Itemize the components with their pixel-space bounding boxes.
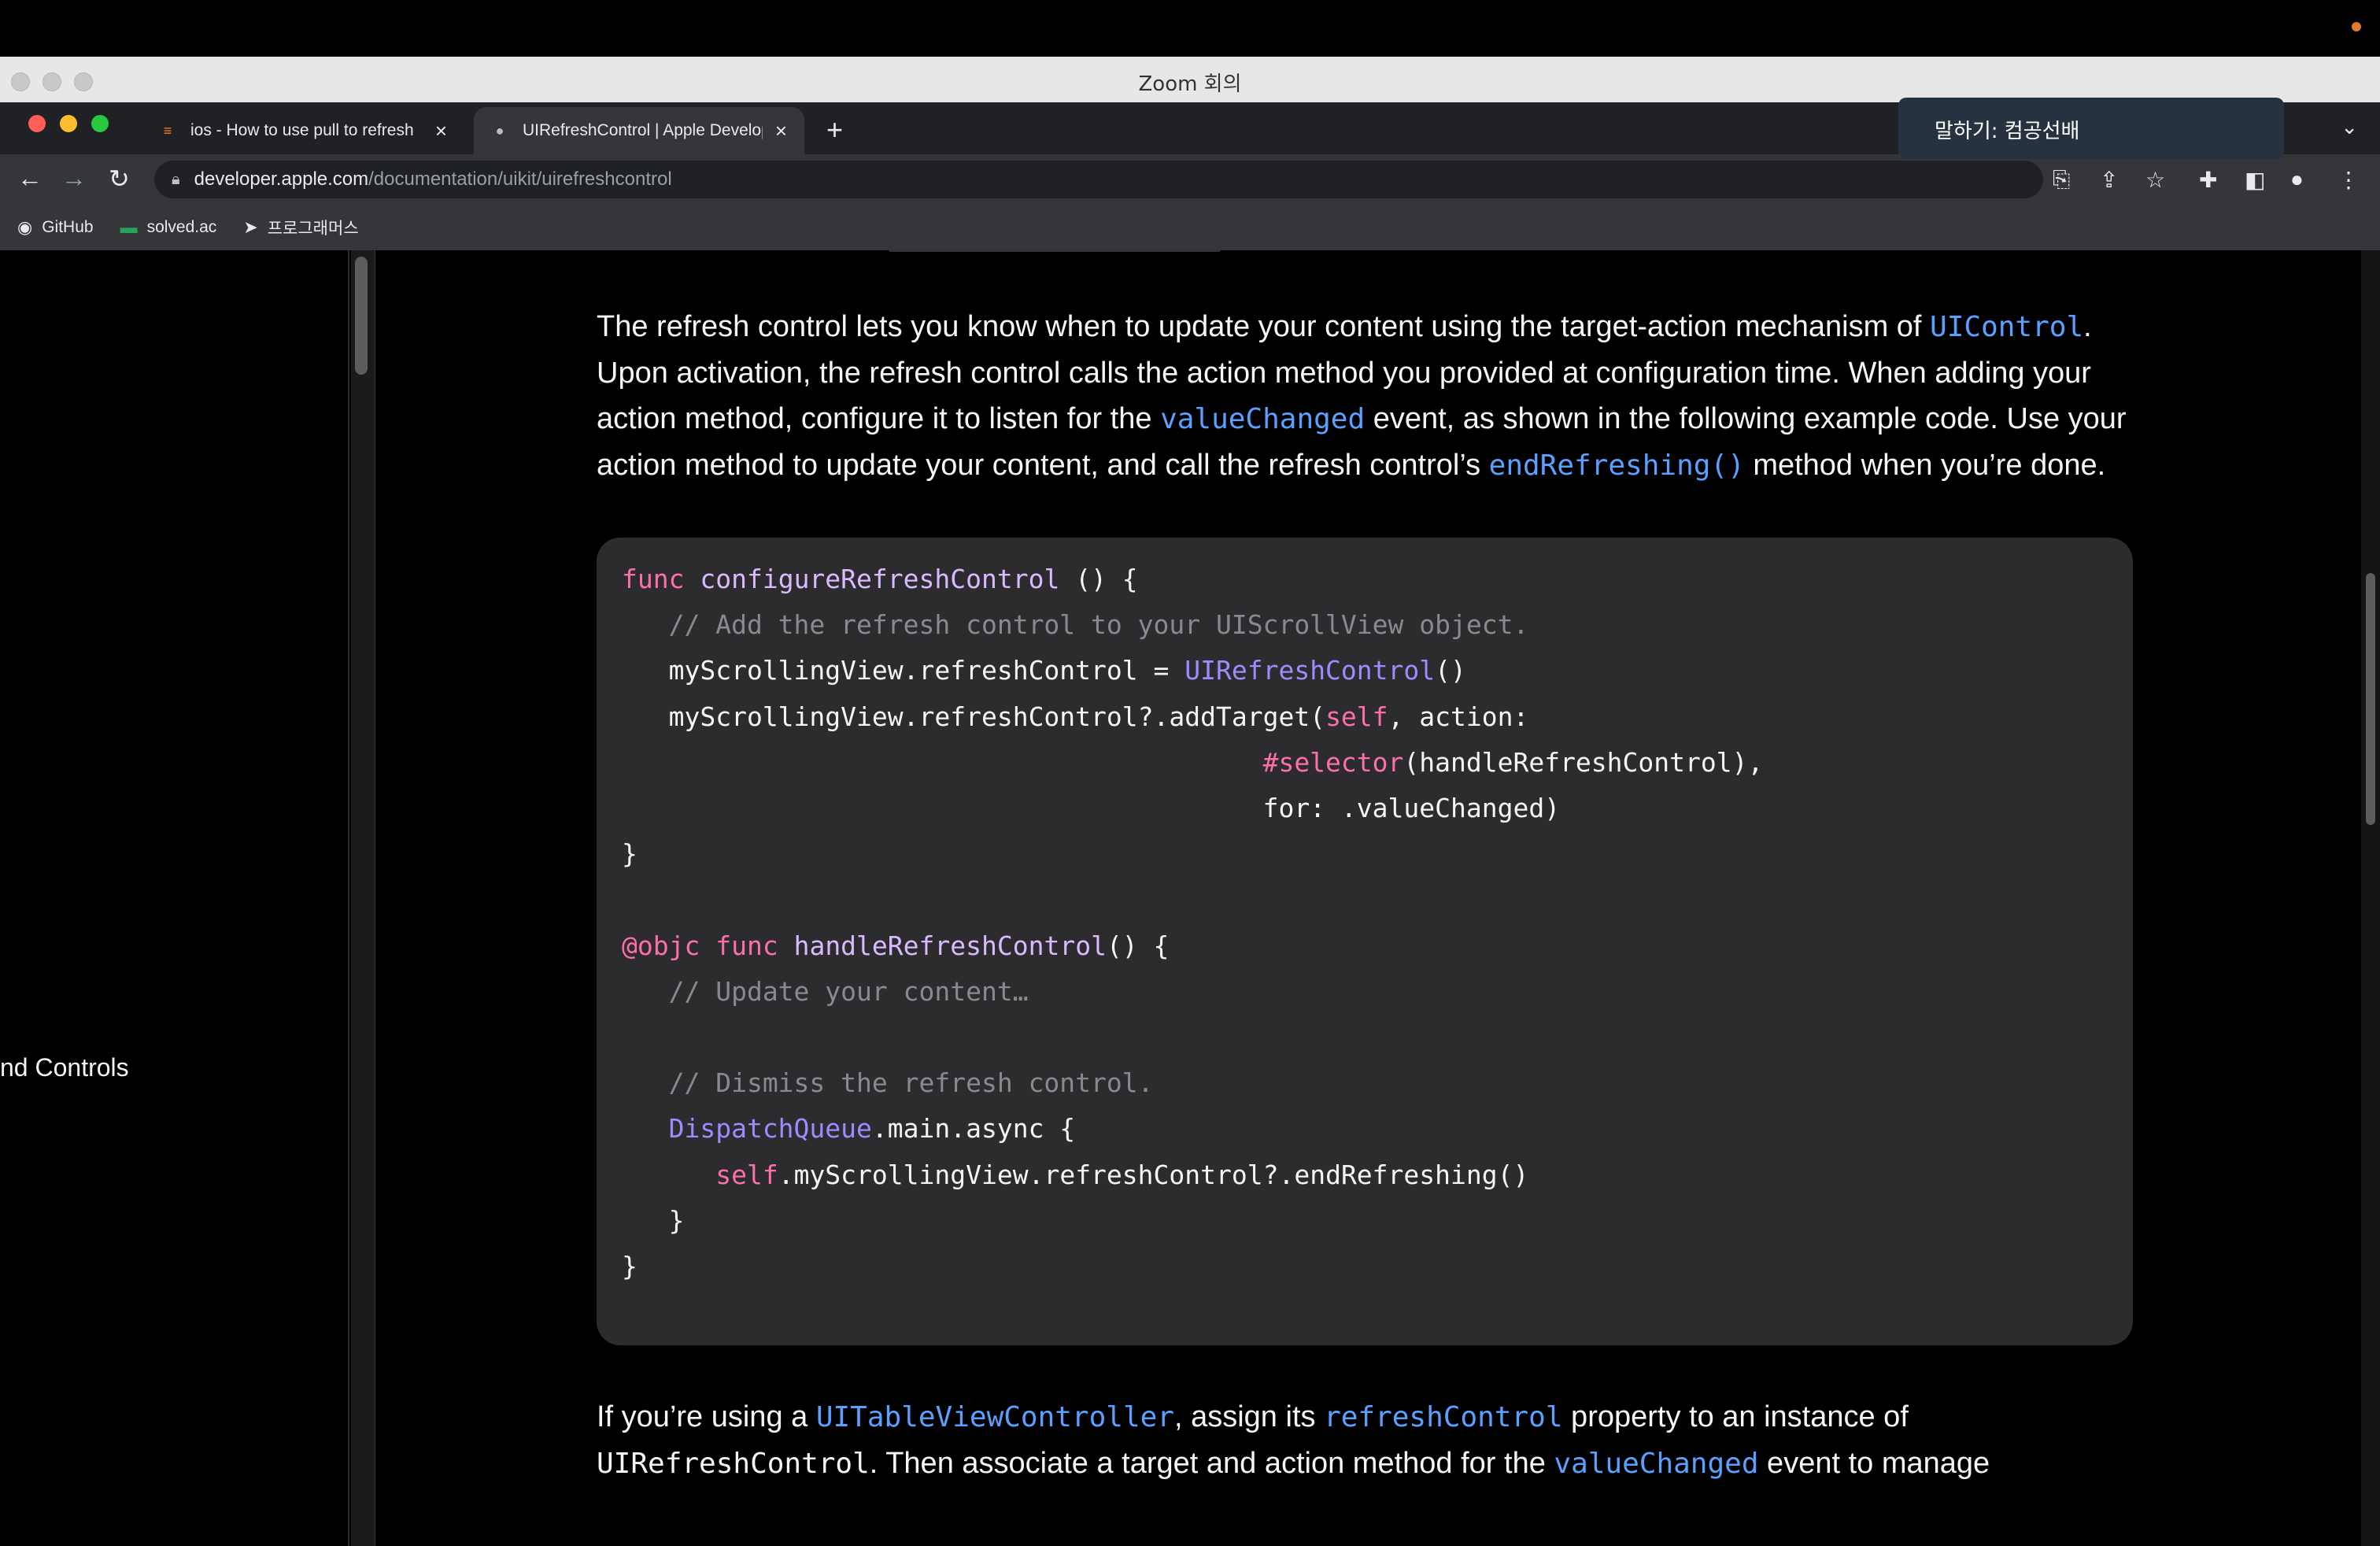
tab-apple-developer[interactable]: ● UIRefreshControl | Apple Developer × bbox=[474, 107, 804, 154]
bookmark-label: solved.ac bbox=[146, 218, 217, 236]
more-menu-icon[interactable]: ⋮ bbox=[2338, 167, 2360, 193]
code-keyword: #selector bbox=[1262, 746, 1404, 778]
translate-icon[interactable]: ⎘ bbox=[2053, 167, 2070, 193]
stack-overflow-icon: ≡ bbox=[163, 122, 172, 139]
code-type: DispatchQueue bbox=[668, 1113, 872, 1145]
side-panel-icon[interactable]: ◧ bbox=[2245, 167, 2265, 193]
browser-minimize-button[interactable] bbox=[60, 115, 77, 132]
text: The refresh control lets you know when t… bbox=[597, 310, 1931, 343]
bookmark-label: 프로그래머스 bbox=[267, 220, 359, 238]
code-text: myScrollingView.refreshControl?.addTarge… bbox=[668, 701, 1326, 732]
macos-menu-bar bbox=[0, 0, 2380, 57]
code-comment: // Update your content… bbox=[668, 975, 1029, 1007]
code-text: .myScrollingView.refreshControl?.endRefr… bbox=[778, 1159, 1529, 1190]
url-path: /documentation/uikit/uirefreshcontrol bbox=[368, 168, 672, 190]
tab-stackoverflow[interactable]: ≡ ios - How to use pull to refresh × bbox=[142, 107, 464, 154]
text: . Then associate a target and action met… bbox=[869, 1447, 1554, 1480]
article-content: The refresh control lets you know when t… bbox=[597, 304, 2133, 1487]
profile-avatar-icon[interactable]: ● bbox=[2290, 167, 2304, 192]
zoom-window-title: Zoom 회의 bbox=[1138, 72, 1242, 96]
code-comment: // Add the refresh control to your UIScr… bbox=[668, 609, 1529, 641]
active-speaker-overlay: 말하기: 컴공선배 bbox=[1898, 98, 2284, 159]
browser-toolbar: ← → ↻ 🔒︎ developer.apple.com /documentat… bbox=[0, 154, 2380, 205]
forward-arrow-icon[interactable]: → bbox=[61, 164, 87, 193]
doc-sidebar: nd Controls bbox=[0, 250, 349, 1546]
code-keyword: func bbox=[715, 930, 778, 961]
extensions-puzzle-icon[interactable]: ✚ bbox=[2199, 167, 2217, 193]
documentation-page: nd Controls The refresh control lets you… bbox=[0, 250, 2361, 1546]
link-uicontrol[interactable]: UIControl bbox=[1930, 311, 2083, 343]
link-valuechanged[interactable]: valueChanged bbox=[1160, 403, 1365, 435]
browser-maximize-button[interactable] bbox=[91, 115, 109, 132]
code-text: } bbox=[668, 1204, 685, 1236]
bookmark-github[interactable]: ◉ GitHub bbox=[17, 217, 94, 238]
close-tab-icon[interactable]: × bbox=[775, 119, 787, 143]
solvedac-icon: ▬ bbox=[120, 217, 138, 237]
link-valuechanged[interactable]: valueChanged bbox=[1554, 1448, 1758, 1480]
code-keyword: self bbox=[715, 1159, 778, 1190]
link-uitableviewcontroller[interactable]: UITableViewController bbox=[816, 1401, 1174, 1433]
link-refreshcontrol[interactable]: refreshControl bbox=[1324, 1401, 1562, 1433]
browser-close-button[interactable] bbox=[28, 115, 46, 132]
code-comment: // Dismiss the refresh control. bbox=[668, 1067, 1154, 1099]
code-keyword: self bbox=[1325, 701, 1388, 732]
text: If you’re using a bbox=[597, 1400, 816, 1433]
recording-indicator-icon bbox=[2352, 22, 2361, 31]
url-host: developer.apple.com bbox=[194, 168, 369, 190]
tab-title: UIRefreshControl | Apple Developer bbox=[523, 121, 763, 139]
text: property to an instance of bbox=[1562, 1400, 1909, 1433]
code-keyword: func bbox=[622, 564, 685, 594]
code-text: for: .valueChanged) bbox=[1262, 793, 1561, 824]
text: , assign its bbox=[1173, 1400, 1325, 1433]
close-tab-icon[interactable]: × bbox=[435, 119, 447, 143]
code-text: myScrollingView.refreshControl = bbox=[668, 655, 1185, 686]
code-text: .main.async { bbox=[871, 1113, 1076, 1145]
code-text: () { bbox=[1106, 930, 1170, 961]
code-text: (handleRefreshControl), bbox=[1403, 746, 1764, 778]
code-function: handleRefreshControl bbox=[793, 930, 1107, 961]
sidebar-item-controls[interactable]: nd Controls bbox=[0, 1053, 129, 1082]
code-text: , action: bbox=[1388, 701, 1529, 732]
bookmark-label: GitHub bbox=[42, 218, 94, 236]
code-text: } bbox=[622, 1251, 638, 1282]
new-tab-button[interactable]: + bbox=[826, 113, 843, 146]
code-text: () bbox=[1435, 655, 1466, 686]
browser-window-controls bbox=[28, 115, 109, 132]
page-scrollbar[interactable] bbox=[2361, 250, 2380, 1546]
paragraph-tableview: If you’re using a UITableViewController,… bbox=[597, 1394, 2133, 1487]
code-type: UIRefreshControl bbox=[1184, 655, 1436, 686]
sidebar-scrollbar-thumb[interactable] bbox=[355, 257, 368, 375]
text: event to manage bbox=[1758, 1447, 1990, 1480]
bookmark-solvedac[interactable]: ▬ solved.ac bbox=[120, 217, 217, 238]
lock-icon: 🔒︎ bbox=[172, 170, 180, 188]
tab-title: ios - How to use pull to refresh bbox=[190, 121, 414, 139]
address-bar[interactable]: 🔒︎ developer.apple.com /documentation/ui… bbox=[154, 161, 2043, 198]
text: method when you’re done. bbox=[1744, 449, 2106, 482]
apple-icon: ● bbox=[495, 122, 504, 139]
page-scrollbar-thumb[interactable] bbox=[2366, 573, 2375, 825]
link-endrefreshing[interactable]: endRefreshing() bbox=[1489, 449, 1745, 482]
github-icon: ◉ bbox=[17, 217, 33, 237]
code-text: () { bbox=[1059, 564, 1138, 594]
back-arrow-icon[interactable]: ← bbox=[17, 164, 42, 193]
code-text: } bbox=[622, 838, 638, 870]
code-uirefreshcontrol: UIRefreshControl bbox=[597, 1448, 870, 1480]
sidebar-scrollbar[interactable] bbox=[351, 250, 375, 1546]
code-text: func configureRefreshControl () { // Add… bbox=[622, 557, 2108, 1289]
programmers-icon: ➤ bbox=[243, 217, 258, 237]
paragraph-intro: The refresh control lets you know when t… bbox=[597, 304, 2133, 489]
tab-search-chevron-icon[interactable]: ⌄ bbox=[2341, 115, 2358, 139]
code-listing: func configureRefreshControl () { // Add… bbox=[597, 538, 2133, 1345]
divider bbox=[889, 250, 1220, 252]
bookmark-star-icon[interactable]: ☆ bbox=[2145, 167, 2165, 193]
share-icon[interactable]: ⇪ bbox=[2100, 167, 2118, 193]
reload-icon[interactable]: ↻ bbox=[109, 164, 130, 194]
code-function: configureRefreshControl bbox=[700, 564, 1060, 594]
bookmarks-bar: ◉ GitHub ▬ solved.ac ➤ 프로그래머스 bbox=[0, 205, 2380, 250]
bookmark-programmers[interactable]: ➤ 프로그래머스 bbox=[243, 216, 358, 239]
code-attribute: @objc bbox=[622, 930, 700, 961]
zoom-window-titlebar: Zoom 회의 bbox=[0, 57, 2380, 103]
